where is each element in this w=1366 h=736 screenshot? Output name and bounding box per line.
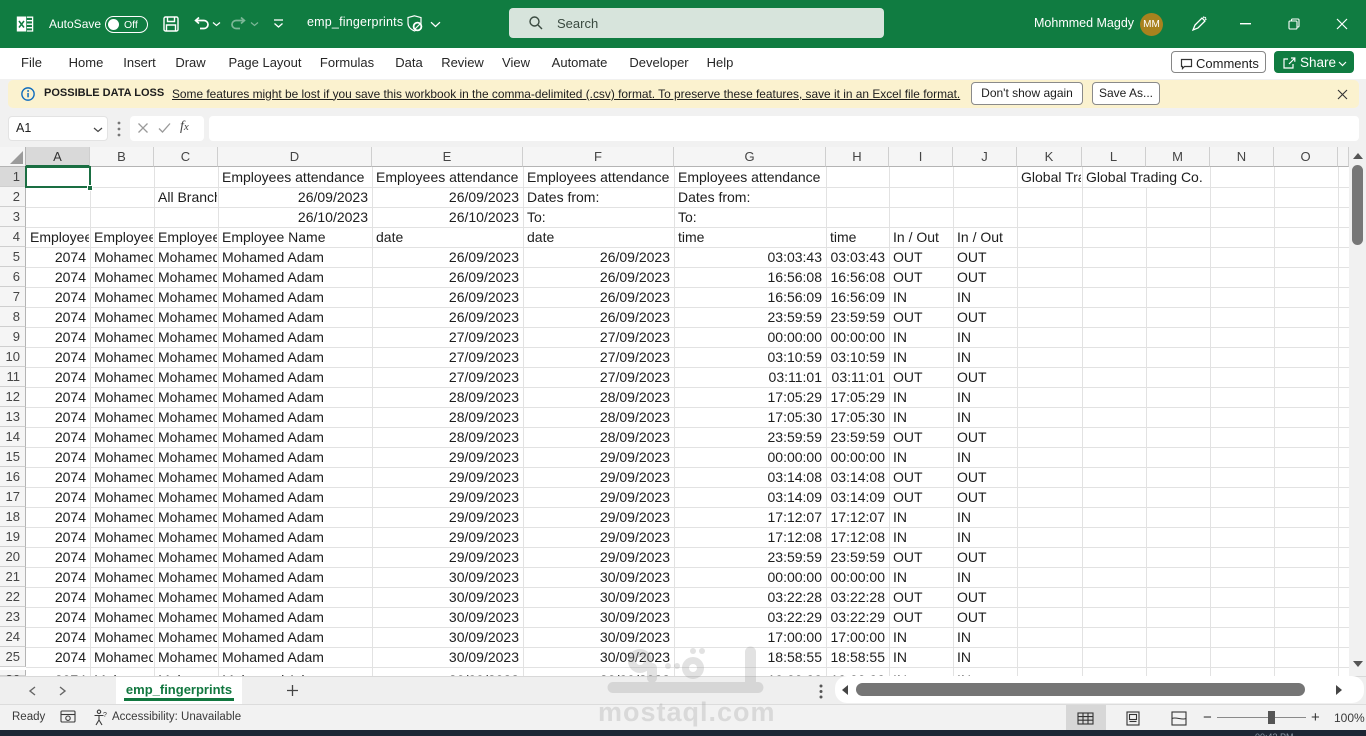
svg-text:?: ?	[103, 712, 107, 719]
